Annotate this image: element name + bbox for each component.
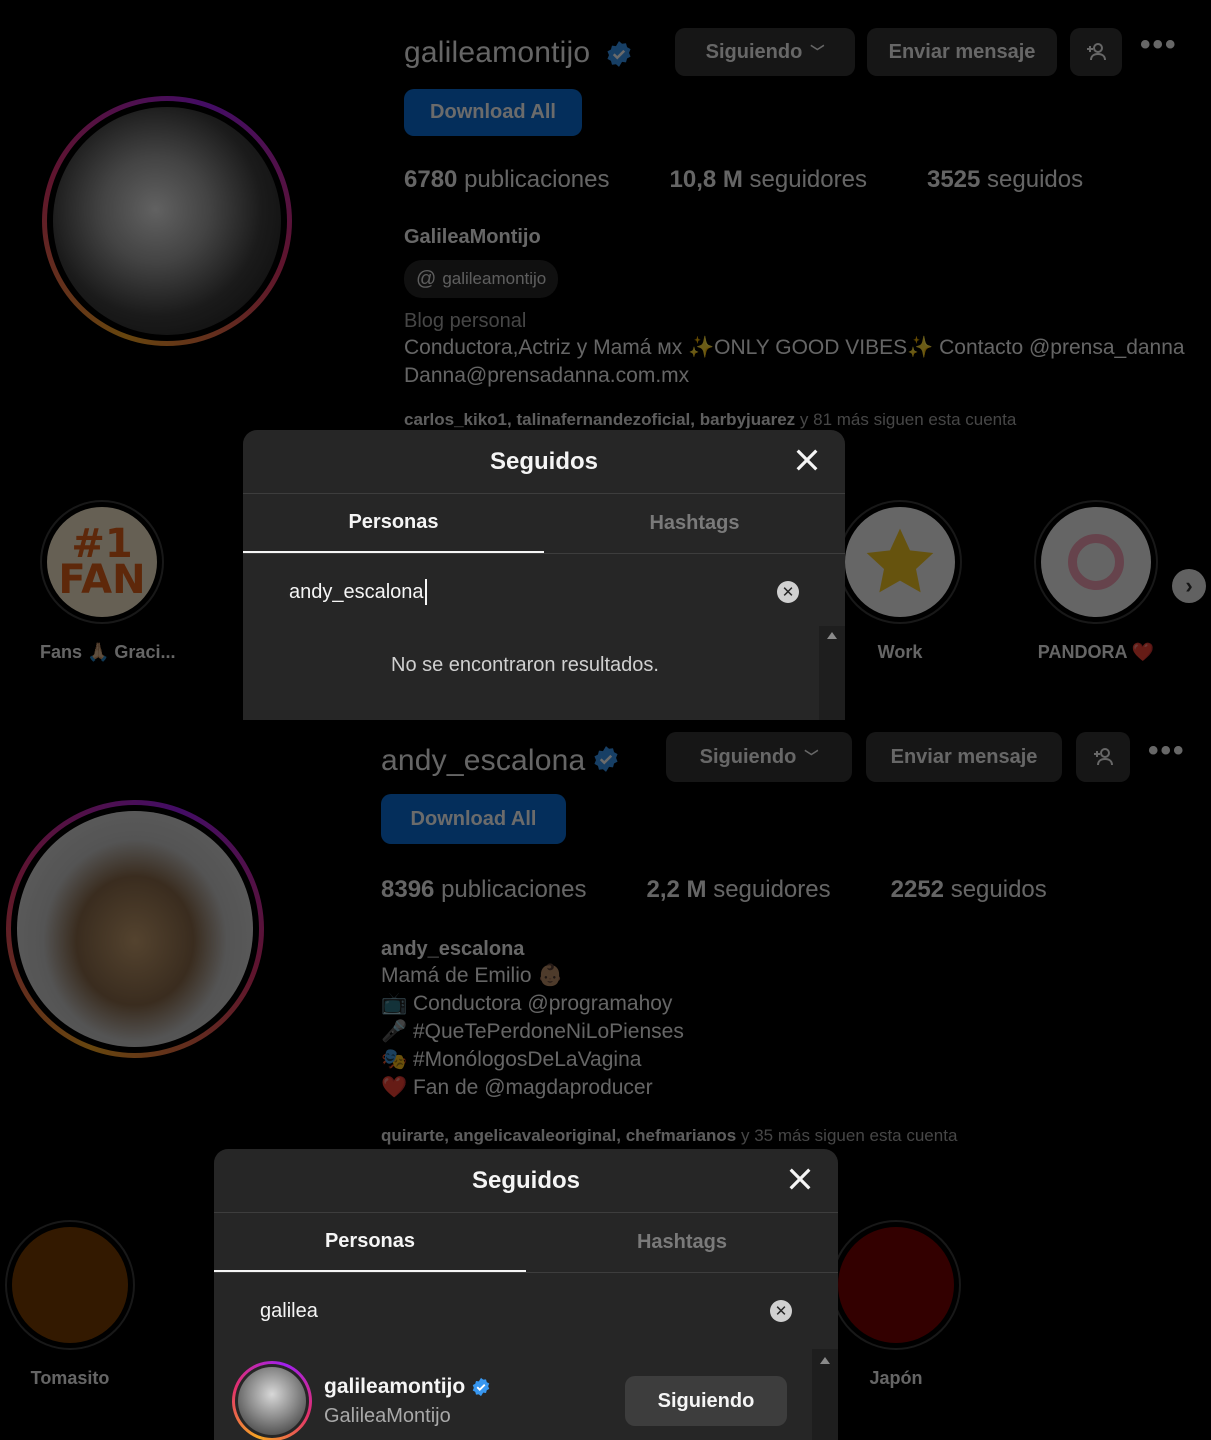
bio-line: 🎤 #QueTePerdoneNiLoPienses bbox=[381, 1020, 684, 1043]
result-following-button[interactable]: Siguiendo bbox=[625, 1376, 787, 1426]
following-button[interactable]: Siguiendo ﹀ bbox=[675, 28, 855, 76]
verified-badge-icon bbox=[607, 41, 631, 67]
suggest-people-button[interactable] bbox=[1070, 28, 1122, 76]
following-count[interactable]: 3525 seguidos bbox=[927, 166, 1083, 194]
close-icon[interactable] bbox=[791, 444, 823, 476]
no-results-message: No se encontraron resultados. bbox=[391, 654, 659, 676]
scroll-up-icon[interactable] bbox=[820, 1357, 830, 1364]
highlight-work[interactable]: Work bbox=[838, 500, 962, 663]
profile-avatar[interactable] bbox=[42, 96, 292, 346]
clear-search-icon[interactable]: ✕ bbox=[770, 1300, 792, 1322]
search-input-value: andy_escalona bbox=[289, 580, 424, 603]
profile-full-name: andy_escalona bbox=[381, 938, 525, 960]
message-button[interactable]: Enviar mensaje bbox=[867, 28, 1057, 76]
avatar-photo bbox=[17, 811, 253, 1047]
following-button[interactable]: Siguiendo ﹀ bbox=[666, 732, 852, 782]
highlight-cover bbox=[12, 1227, 128, 1343]
following-button-label: Siguiendo bbox=[705, 40, 803, 63]
download-all-button[interactable]: Download All bbox=[404, 89, 582, 136]
highlight-cover bbox=[838, 1227, 954, 1343]
text-caret bbox=[424, 579, 427, 605]
threads-link[interactable]: @ galileamontijo bbox=[404, 260, 559, 298]
highlight-label: Work bbox=[877, 642, 923, 662]
suggest-people-button[interactable] bbox=[1076, 732, 1130, 782]
bio-line: 🎭 #MonólogosDeLaVagina bbox=[381, 1048, 642, 1071]
next-highlights-icon[interactable]: › bbox=[1172, 569, 1206, 603]
highlight-tomasito[interactable]: Tomasito bbox=[4, 1220, 136, 1389]
list-item[interactable]: galileamontijo GalileaMontijo bbox=[232, 1361, 491, 1440]
verified-badge-icon bbox=[472, 1377, 490, 1396]
pandora-ring-icon bbox=[1041, 507, 1151, 617]
result-full-name: GalileaMontijo bbox=[324, 1404, 451, 1427]
close-icon[interactable] bbox=[784, 1163, 816, 1195]
highlight-label: Fans 🙏🏼 Graci... bbox=[40, 642, 176, 662]
following-button-label: Siguiendo bbox=[699, 745, 797, 768]
tab-hashtags[interactable]: Hashtags bbox=[526, 1213, 838, 1272]
profile-category: Blog personal bbox=[404, 310, 527, 332]
profile-stats: 6780 publicaciones 10,8 M seguidores 352… bbox=[404, 166, 1083, 194]
highlight-label: Japón bbox=[869, 1368, 923, 1388]
profile-galileamontijo: galileamontijo Siguiendo ﹀ Enviar mensaj… bbox=[0, 0, 1211, 720]
tab-people[interactable]: Personas bbox=[243, 494, 544, 553]
bio-line: ❤️ Fan de @magdaproducer bbox=[381, 1076, 653, 1099]
profile-andy-escalona: andy_escalona Siguiendo ﹀ Enviar mensaje… bbox=[0, 720, 1211, 1440]
search-input-value: galilea bbox=[260, 1299, 318, 1322]
fan-badge-icon: #1 FAN bbox=[47, 507, 157, 617]
highlight-label: PANDORA ❤️ bbox=[1037, 642, 1155, 662]
bio-line: Mamá de Emilio 👶🏽 bbox=[381, 964, 564, 987]
profile-stats: 8396 publicaciones 2,2 M seguidores 2252… bbox=[381, 876, 1047, 904]
result-avatar[interactable] bbox=[232, 1361, 312, 1440]
modal-scrollbar[interactable] bbox=[819, 626, 845, 720]
following-modal: Seguidos Personas Hashtags galilea ✕ gal… bbox=[214, 1149, 838, 1440]
bio-email[interactable]: Danna@prensadanna.com.mx bbox=[404, 364, 689, 388]
add-person-icon bbox=[1087, 43, 1106, 61]
scroll-up-icon[interactable] bbox=[827, 632, 837, 639]
profile-full-name: GalileaMontijo bbox=[404, 226, 541, 248]
modal-header: Seguidos bbox=[243, 430, 845, 494]
following-modal: Seguidos Personas Hashtags andy_escalona… bbox=[243, 430, 845, 720]
followed-by[interactable]: quirarte, angelicavaleoriginal, chefmari… bbox=[381, 1126, 957, 1146]
message-button[interactable]: Enviar mensaje bbox=[866, 732, 1062, 782]
search-input[interactable]: andy_escalona ✕ bbox=[243, 554, 845, 630]
followers-count[interactable]: 2,2 M seguidores bbox=[647, 876, 831, 904]
result-username[interactable]: galileamontijo bbox=[324, 1375, 465, 1399]
modal-header: Seguidos bbox=[214, 1149, 838, 1213]
tab-hashtags[interactable]: Hashtags bbox=[544, 494, 845, 553]
search-input[interactable]: galilea ✕ bbox=[214, 1273, 838, 1349]
modal-tabs: Personas Hashtags bbox=[243, 494, 845, 554]
avatar-photo bbox=[53, 107, 281, 335]
add-person-icon bbox=[1094, 748, 1113, 766]
bio-line: 📺 Conductora @programahoy bbox=[381, 992, 673, 1015]
threads-icon: @ bbox=[416, 267, 437, 290]
posts-count[interactable]: 6780 publicaciones bbox=[404, 166, 610, 194]
profile-avatar[interactable] bbox=[6, 800, 264, 1058]
thank-you-star-icon bbox=[845, 507, 955, 617]
posts-count[interactable]: 8396 publicaciones bbox=[381, 876, 587, 904]
highlight-pandora[interactable]: PANDORA ❤️ bbox=[1034, 500, 1158, 663]
followed-by[interactable]: carlos_kiko1, talinafernandezoficial, ba… bbox=[404, 410, 1016, 430]
highlight-japon[interactable]: Japón bbox=[830, 1220, 962, 1389]
verified-badge-icon bbox=[594, 746, 618, 772]
following-count[interactable]: 2252 seguidos bbox=[891, 876, 1047, 904]
modal-title: Seguidos bbox=[489, 447, 598, 475]
modal-title: Seguidos bbox=[471, 1166, 580, 1194]
tab-people[interactable]: Personas bbox=[214, 1213, 526, 1272]
download-all-button[interactable]: Download All bbox=[381, 794, 566, 844]
more-options-icon[interactable]: ••• bbox=[1140, 28, 1178, 62]
bio-line: Conductora,Actriz y Mamá ᴍx ✨ONLY GOOD V… bbox=[404, 336, 1185, 359]
chevron-down-icon: ﹀ bbox=[804, 749, 819, 765]
chevron-down-icon: ﹀ bbox=[810, 44, 825, 60]
clear-search-icon[interactable]: ✕ bbox=[777, 581, 799, 603]
profile-username: andy_escalona bbox=[381, 744, 586, 777]
profile-username: galileamontijo bbox=[404, 36, 591, 69]
more-options-icon[interactable]: ••• bbox=[1148, 734, 1186, 768]
modal-scrollbar[interactable] bbox=[812, 1349, 838, 1440]
highlight-label: Tomasito bbox=[30, 1368, 110, 1388]
threads-handle: galileamontijo bbox=[442, 269, 547, 288]
highlight-fans[interactable]: #1 FAN Fans 🙏🏼 Graci... bbox=[40, 500, 176, 663]
modal-tabs: Personas Hashtags bbox=[214, 1213, 838, 1273]
followers-count[interactable]: 10,8 M seguidores bbox=[670, 166, 867, 194]
